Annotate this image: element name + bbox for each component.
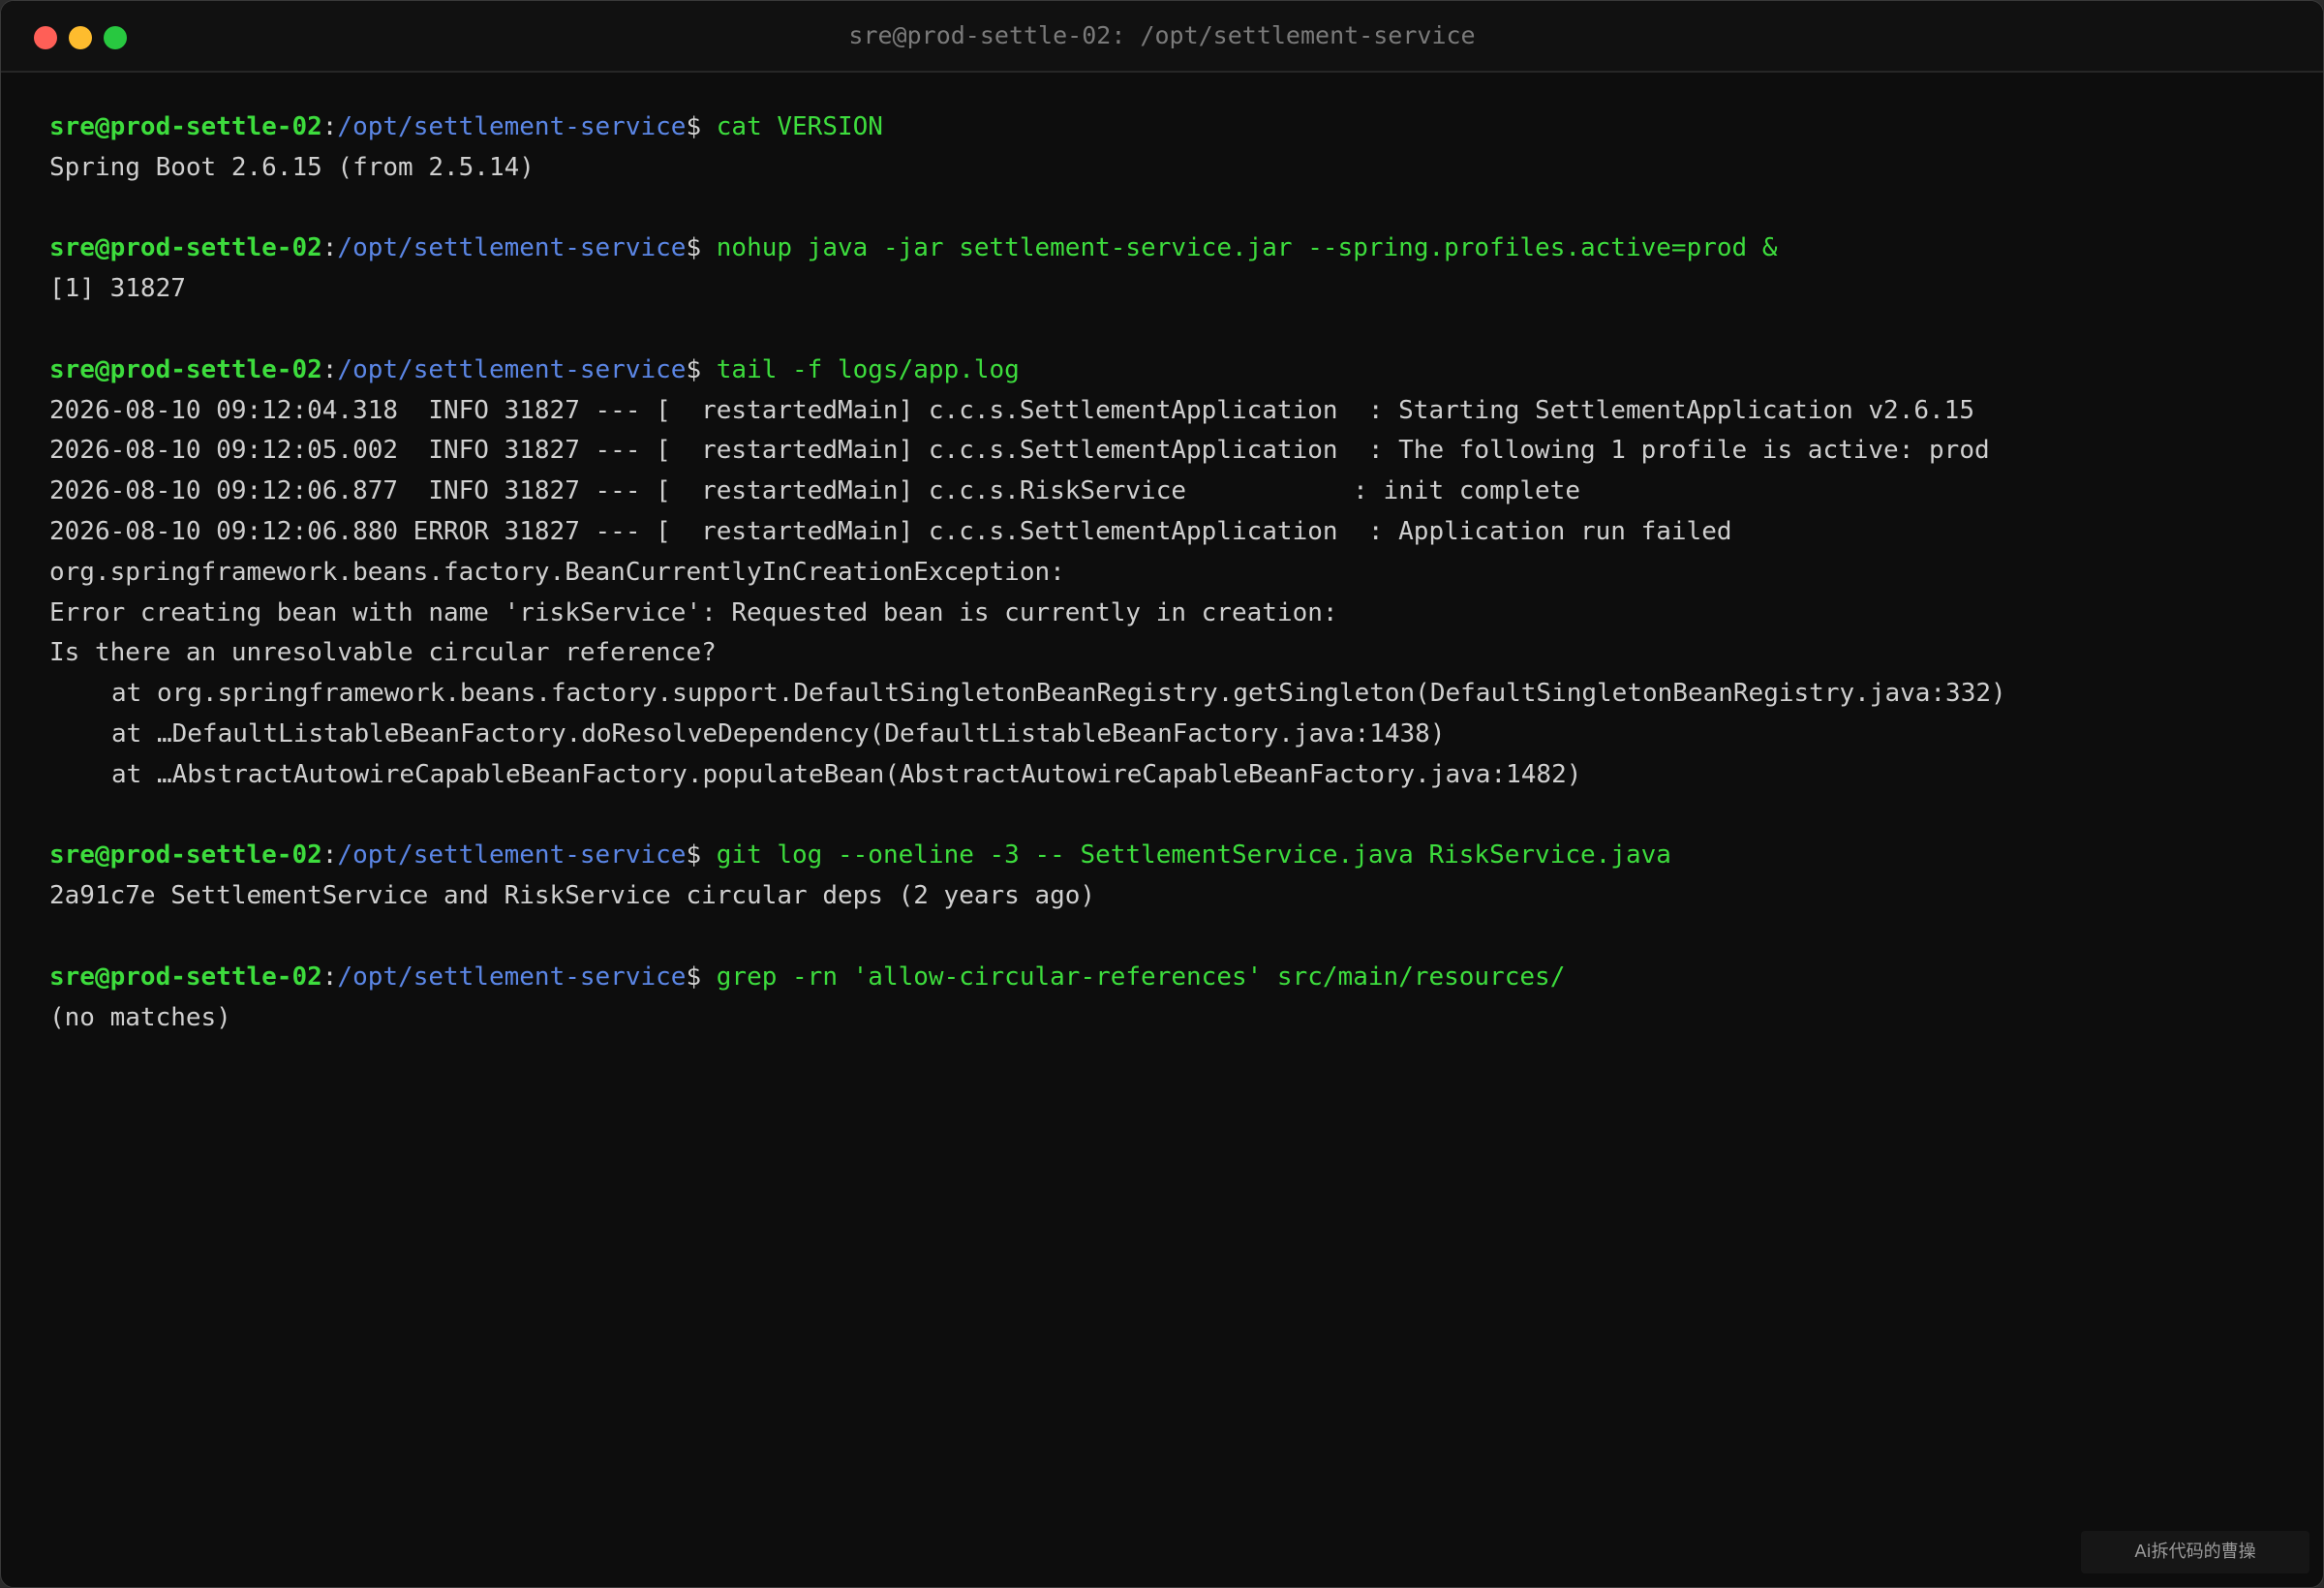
prompt-user-host: sre@prod-settle-02 — [49, 840, 322, 870]
prompt-dollar: $ — [686, 233, 702, 263]
prompt-user-host: sre@prod-settle-02 — [49, 112, 322, 141]
prompt-path: /opt/settlement-service — [337, 962, 687, 992]
watermark: Ai拆代码的曹操@opencao.cn — [2081, 1531, 2309, 1587]
prompt-path: /opt/settlement-service — [337, 354, 687, 384]
prompt-path: /opt/settlement-service — [337, 233, 687, 263]
terminal-output[interactable]: sre@prod-settle-02:/opt/settlement-servi… — [49, 107, 2296, 1038]
window-title: sre@prod-settle-02: /opt/settlement-serv… — [848, 21, 1476, 49]
output-line: Is there an unresolvable circular refere… — [49, 638, 717, 668]
output-line: 2026-08-10 09:12:04.318 INFO 31827 --- [… — [49, 395, 1974, 425]
prompt-dollar: $ — [686, 112, 702, 141]
prompt-line: sre@prod-settle-02:/opt/settlement-servi… — [49, 958, 2296, 998]
prompt-path: /opt/settlement-service — [337, 840, 687, 870]
prompt-user-host: sre@prod-settle-02 — [49, 354, 322, 384]
prompt-dollar: $ — [686, 354, 702, 384]
prompt-line: sre@prod-settle-02:/opt/settlement-servi… — [49, 836, 2296, 876]
prompt-line: sre@prod-settle-02:/opt/settlement-servi… — [49, 107, 2296, 148]
terminal-window: sre@prod-settle-02: /opt/settlement-serv… — [0, 0, 2324, 1588]
output-line: org.springframework.beans.factory.BeanCu… — [49, 557, 1065, 587]
prompt-dollar: $ — [686, 840, 702, 870]
prompt-dollar: $ — [686, 962, 702, 992]
prompt-user-host: sre@prod-settle-02 — [49, 962, 322, 992]
output-line: (no matches) — [49, 1002, 231, 1032]
prompt-user-host: sre@prod-settle-02 — [49, 233, 322, 263]
prompt-colon: : — [321, 233, 338, 263]
command-text: grep -rn 'allow-circular-references' src… — [701, 962, 1566, 992]
stack-trace-line: at org.springframework.beans.factory.sup… — [111, 679, 2006, 709]
prompt-path: /opt/settlement-service — [337, 112, 687, 141]
command-text: nohup java -jar settlement-service.jar -… — [701, 233, 1778, 263]
prompt-line: sre@prod-settle-02:/opt/settlement-servi… — [49, 351, 2296, 391]
prompt-colon: : — [321, 354, 338, 384]
stack-trace-line: at …AbstractAutowireCapableBeanFactory.p… — [111, 759, 1582, 789]
output-line: [1] 31827 — [49, 274, 186, 304]
prompt-line: sre@prod-settle-02:/opt/settlement-servi… — [49, 229, 2296, 269]
output-line: Spring Boot 2.6.15 (from 2.5.14) — [49, 152, 535, 182]
output-line: Error creating bean with name 'riskServi… — [49, 597, 1338, 627]
prompt-colon: : — [321, 840, 338, 870]
prompt-colon: : — [321, 962, 338, 992]
title-bar: sre@prod-settle-02: /opt/settlement-serv… — [1, 1, 2323, 73]
command-text: cat VERSION — [701, 112, 883, 141]
output-line: 2a91c7e SettlementService and RiskServic… — [49, 881, 1096, 911]
output-line: 2026-08-10 09:12:05.002 INFO 31827 --- [… — [49, 436, 1990, 466]
command-text: git log --oneline -3 -- SettlementServic… — [701, 840, 1671, 870]
output-line: 2026-08-10 09:12:06.880 ERROR 31827 --- … — [49, 516, 1732, 546]
command-text: tail -f logs/app.log — [701, 354, 1020, 384]
stack-trace-line: at …DefaultListableBeanFactory.doResolve… — [111, 718, 1446, 748]
output-line: 2026-08-10 09:12:06.877 INFO 31827 --- [… — [49, 476, 1580, 506]
prompt-colon: : — [321, 112, 338, 141]
